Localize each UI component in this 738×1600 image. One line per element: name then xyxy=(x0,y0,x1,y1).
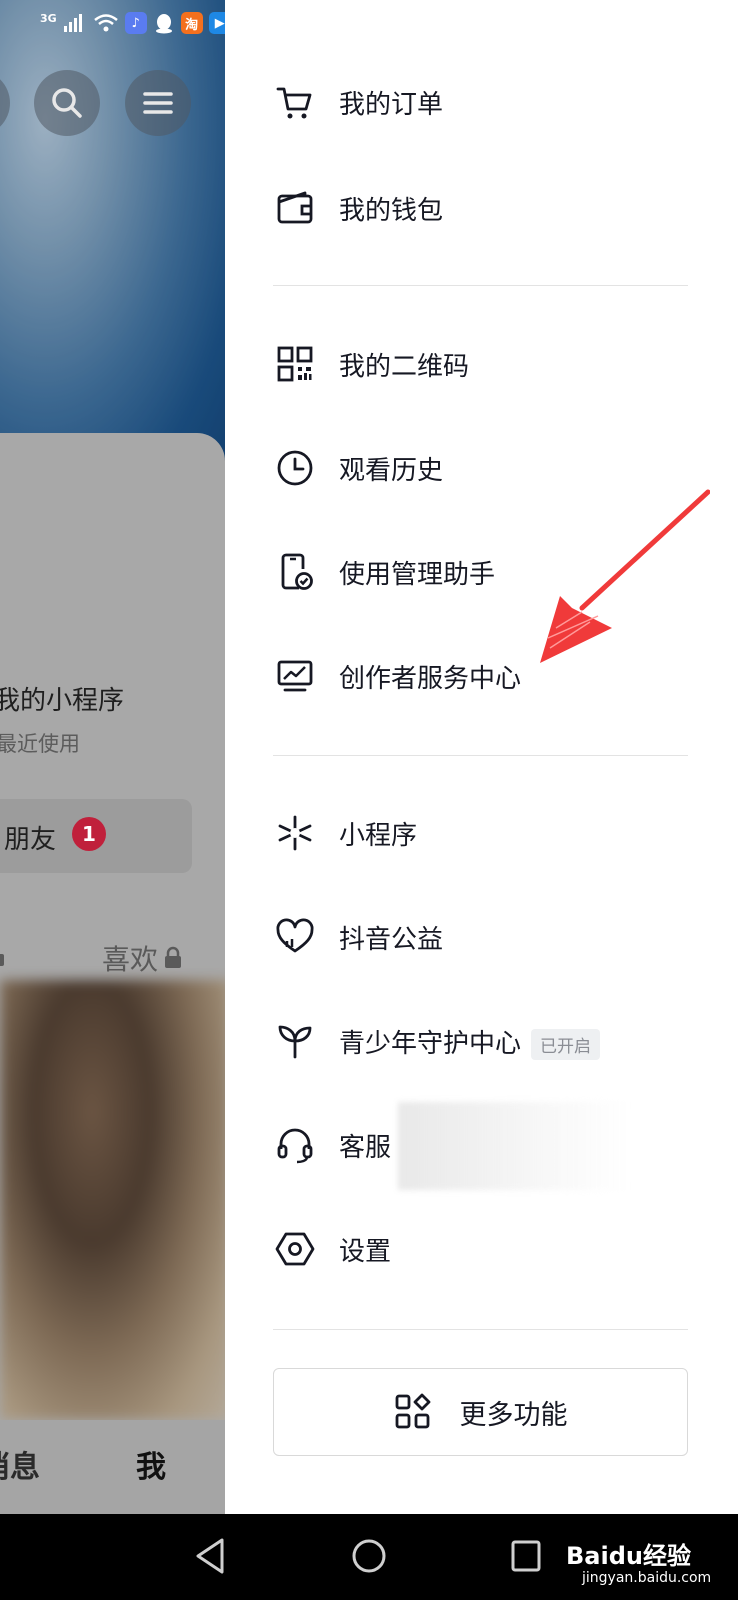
background-profile-page[interactable]: 3G ♪ 淘 ▶ 我的小程序 最近使用 朋友 1 喜欢 消息 xyxy=(0,0,225,1514)
menu-item-charity[interactable]: 抖音公益 xyxy=(273,907,693,967)
cart-icon xyxy=(273,80,317,124)
mini-programs-subtitle: 最近使用 xyxy=(0,732,80,756)
add-friends-button[interactable]: 朋友 1 xyxy=(0,799,192,873)
charity-heart-icon xyxy=(273,915,317,959)
apps-grid-icon xyxy=(395,1393,430,1429)
menu-item-label: 观看历史 xyxy=(339,455,444,486)
redacted-blur-area xyxy=(398,1102,628,1190)
recents-icon[interactable] xyxy=(508,1536,544,1576)
divider xyxy=(273,285,688,286)
wifi-icon xyxy=(93,14,118,32)
baidu-watermark: Baidu经验 xyxy=(566,1542,691,1570)
tab-messages[interactable]: 消息 xyxy=(0,1442,40,1486)
menu-item-youth-protection[interactable]: 青少年守护中心 已开启 xyxy=(273,1011,693,1071)
chart-monitor-icon xyxy=(273,654,317,698)
menu-button[interactable] xyxy=(125,70,191,136)
more-features-label: 更多功能 xyxy=(459,1399,568,1431)
menu-item-label: 客服 xyxy=(339,1132,392,1163)
side-drawer-menu: 我的订单 我的钱包 我的二维码 观看历史 使用管理助手 创作者服务中心 小程序 … xyxy=(225,0,738,1514)
video-thumbnail[interactable] xyxy=(0,980,225,1420)
mini-program-icon xyxy=(273,811,317,855)
menu-item-label: 青少年守护中心 xyxy=(339,1028,522,1059)
music-app-icon: ♪ xyxy=(124,12,147,34)
more-features-button[interactable]: 更多功能 xyxy=(273,1368,688,1456)
menu-item-label: 小程序 xyxy=(339,820,418,851)
taobao-icon: 淘 xyxy=(180,12,203,34)
menu-item-label: 使用管理助手 xyxy=(339,559,496,590)
menu-item-qrcode[interactable]: 我的二维码 xyxy=(273,334,693,394)
search-icon xyxy=(52,88,82,118)
menu-item-label: 设置 xyxy=(339,1236,392,1267)
settings-hex-icon xyxy=(273,1227,317,1271)
menu-item-label: 创作者服务中心 xyxy=(339,663,522,694)
tab-messages-label: 消息 xyxy=(0,1450,40,1485)
video-app-icon: ▶ xyxy=(208,12,225,34)
headset-icon xyxy=(273,1123,317,1167)
divider xyxy=(273,755,688,756)
signal-icon xyxy=(63,14,82,32)
search-button[interactable] xyxy=(34,70,100,136)
status-badge: 已开启 xyxy=(531,1028,601,1060)
annotation-arrow-icon xyxy=(540,489,710,663)
hamburger-icon xyxy=(143,92,173,114)
menu-item-settings[interactable]: 设置 xyxy=(273,1219,693,1279)
phone-check-icon xyxy=(273,550,317,594)
qrcode-icon xyxy=(273,342,317,386)
bottom-tab-bar: 消息 我 xyxy=(0,1420,225,1514)
tab-likes[interactable]: 喜欢 xyxy=(102,938,182,978)
menu-item-label: 我的二维码 xyxy=(339,351,470,382)
qq-icon xyxy=(155,14,172,34)
screen: 3G ♪ 淘 ▶ 我的小程序 最近使用 朋友 1 喜欢 消息 xyxy=(0,0,738,1600)
tab-me[interactable]: 我 xyxy=(136,1442,166,1486)
lock-icon xyxy=(165,946,182,968)
friends-badge: 1 xyxy=(72,817,106,851)
system-navigation-bar: Baidu经验 jingyan.baidu.com xyxy=(0,1514,738,1600)
menu-item-label: 抖音公益 xyxy=(339,924,444,955)
baidu-watermark-url: jingyan.baidu.com xyxy=(582,1570,712,1586)
status-bar: 3G ♪ 淘 ▶ xyxy=(40,12,225,34)
menu-item-orders[interactable]: 我的订单 xyxy=(273,72,693,132)
divider xyxy=(273,1329,688,1330)
tab-likes-label: 喜欢 xyxy=(102,943,159,976)
menu-item-mini-programs[interactable]: 小程序 xyxy=(273,803,693,863)
profile-cover-image xyxy=(0,0,225,480)
menu-item-wallet[interactable]: 我的钱包 xyxy=(273,178,693,238)
back-icon[interactable] xyxy=(192,1536,228,1576)
network-label: 3G xyxy=(40,12,57,25)
lock-icon xyxy=(0,954,4,966)
menu-item-label: 我的订单 xyxy=(339,89,444,120)
menu-item-label: 我的钱包 xyxy=(339,195,444,226)
sprout-icon xyxy=(273,1019,317,1063)
menu-item-label-with-tag: 青少年守护中心 已开启 xyxy=(339,1023,601,1060)
friends-label: 朋友 xyxy=(4,825,57,855)
home-icon[interactable] xyxy=(350,1536,388,1576)
mini-programs-title[interactable]: 我的小程序 xyxy=(0,680,124,717)
clock-icon xyxy=(273,446,317,490)
wallet-icon xyxy=(273,186,317,230)
